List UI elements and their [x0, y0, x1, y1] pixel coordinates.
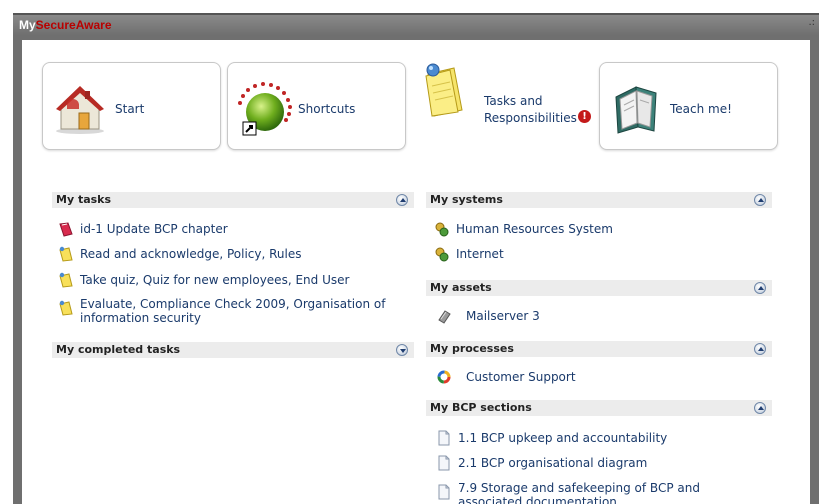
teach-me-tile-label: Teach me! — [670, 102, 732, 116]
server-icon — [438, 310, 451, 324]
my-processes-title: My processes — [430, 342, 514, 355]
shortcuts-tile-label: Shortcuts — [298, 102, 356, 116]
app-brand: MySecureAware — [19, 18, 112, 32]
expand-toggle-icon[interactable] — [396, 344, 408, 356]
system-icon — [435, 222, 449, 237]
tasks-responsibilities-tile[interactable]: Tasks and Responsibilities ! — [420, 62, 600, 150]
task-item-label: id-1 Update BCP chapter — [80, 222, 228, 236]
my-bcp-sections-header[interactable]: My BCP sections — [426, 400, 772, 416]
task-note-icon — [59, 246, 73, 262]
resize-grip-icon[interactable]: .: — [808, 17, 815, 28]
my-systems-header[interactable]: My systems — [426, 192, 772, 208]
my-tasks-header[interactable]: My tasks — [52, 192, 414, 208]
tasks-tile-label-line1: Tasks and — [484, 94, 543, 108]
red-book-icon — [59, 222, 73, 237]
document-icon — [438, 455, 450, 471]
brand-my: My — [19, 18, 36, 32]
my-processes-header[interactable]: My processes — [426, 341, 772, 357]
start-tile-label: Start — [115, 102, 145, 116]
my-tasks-title: My tasks — [56, 193, 112, 206]
my-assets-header[interactable]: My assets — [426, 280, 772, 296]
my-completed-tasks-header[interactable]: My completed tasks — [52, 342, 414, 358]
house-icon — [56, 86, 104, 134]
bcp-section-item-label: 1.1 BCP upkeep and accountability — [458, 431, 668, 445]
brand-name: SecureAware — [35, 18, 112, 32]
teach-me-tile[interactable]: Teach me! — [599, 62, 778, 150]
asset-item-label: Mailserver 3 — [466, 309, 540, 323]
shortcuts-icon — [238, 82, 292, 136]
process-ring-icon — [437, 370, 451, 384]
document-icon — [438, 484, 450, 500]
collapse-toggle-icon[interactable] — [754, 343, 766, 355]
app-titlebar: MySecureAware .: — [13, 13, 819, 35]
my-assets-title: My assets — [430, 281, 492, 294]
task-note-icon — [59, 300, 73, 316]
system-icon — [435, 247, 449, 262]
collapse-toggle-icon[interactable] — [754, 402, 766, 414]
collapse-toggle-icon[interactable] — [754, 194, 766, 206]
collapse-toggle-icon[interactable] — [754, 282, 766, 294]
collapse-toggle-icon[interactable] — [396, 194, 408, 206]
main-panel: Start Shortcuts Tasks and Responsibiliti… — [22, 40, 810, 504]
task-item-label: Take quiz, Quiz for new employees, End U… — [80, 273, 350, 287]
alert-badge-icon: ! — [578, 110, 591, 123]
task-item-label: Evaluate, Compliance Check 2009, Organis… — [80, 297, 386, 325]
system-item-label: Internet — [456, 247, 504, 261]
my-completed-tasks-title: My completed tasks — [56, 343, 181, 356]
shortcuts-tile[interactable]: Shortcuts — [227, 62, 406, 150]
task-item-label: Read and acknowledge, Policy, Rules — [80, 247, 302, 261]
system-item-label: Human Resources System — [456, 222, 613, 236]
bcp-section-item-label: 2.1 BCP organisational diagram — [458, 456, 648, 470]
tasks-tile-label-line2: Responsibilities — [484, 111, 577, 125]
start-tile[interactable]: Start — [42, 62, 221, 150]
my-systems-title: My systems — [430, 193, 503, 206]
document-icon — [438, 430, 450, 446]
process-item-label: Customer Support — [466, 370, 576, 384]
book-icon — [615, 86, 657, 134]
bcp-section-item-label: 7.9 Storage and safekeeping of BCP and a… — [458, 481, 700, 504]
task-note-icon — [59, 272, 73, 288]
tasks-notepad-icon — [425, 63, 463, 117]
my-bcp-sections-title: My BCP sections — [430, 401, 532, 414]
